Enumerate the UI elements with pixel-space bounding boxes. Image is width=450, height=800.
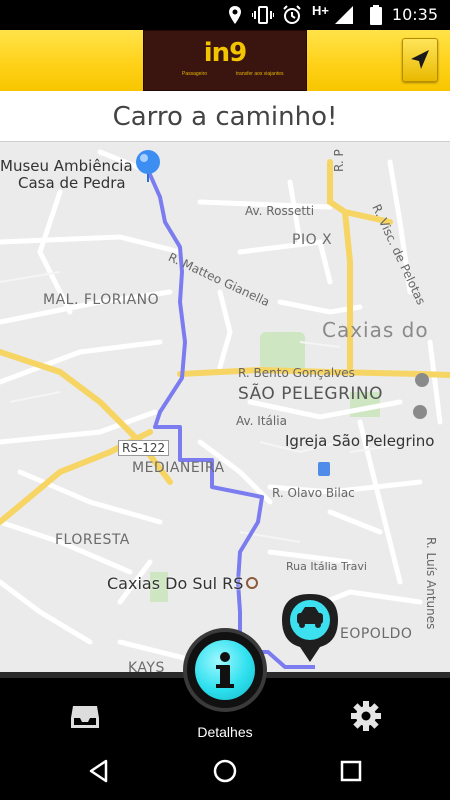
back-icon[interactable] bbox=[86, 758, 112, 784]
map-view[interactable]: Museu Ambiência Casa de Pedra Av. Rosset… bbox=[0, 142, 450, 672]
street-rossetti: Av. Rossetti bbox=[245, 204, 315, 218]
locate-button[interactable] bbox=[402, 38, 438, 82]
poi-caxias-do-sul: Caxias Do Sul RS bbox=[107, 574, 244, 593]
logo-tagline-left: Passageiro bbox=[182, 71, 208, 77]
brand-logo: in9 Passageiro transfer aos viajantes bbox=[143, 30, 307, 91]
street-luis: R. Luís Antunes bbox=[424, 537, 438, 630]
system-nav-bar bbox=[0, 742, 450, 800]
district-floresta: FLORESTA bbox=[55, 532, 130, 548]
street-travi: Rua Itália Travi bbox=[286, 560, 367, 573]
app-screen: H+ 10:35 in9 Passageiro transfer aos via… bbox=[0, 0, 450, 800]
street-italia: Av. Itália bbox=[236, 414, 287, 428]
district-floriano: MAL. FLORIANO bbox=[43, 292, 160, 308]
clock: 10:35 bbox=[391, 5, 438, 24]
street-p: R. P bbox=[332, 149, 346, 172]
street-olavo: R. Olavo Bilac bbox=[272, 486, 355, 500]
network-type: H+ bbox=[312, 3, 329, 18]
poi-igreja: Igreja São Pelegrino bbox=[285, 432, 435, 450]
district-leopoldo: EOPOLDO bbox=[340, 626, 413, 642]
page-title: Carro a caminho! bbox=[112, 102, 338, 132]
settings-button[interactable] bbox=[346, 696, 386, 736]
car-marker-icon bbox=[282, 594, 338, 662]
info-icon bbox=[195, 640, 255, 700]
logo-tagline-right: transfer aos viajantes bbox=[236, 71, 284, 77]
district-medianeira: MEDIANEIRA bbox=[132, 460, 225, 476]
location-icon bbox=[229, 6, 241, 24]
detalhes-label: Detalhes bbox=[197, 724, 253, 740]
poi-museum-line2: Casa de Pedra bbox=[18, 174, 126, 192]
battery-icon bbox=[370, 5, 382, 25]
title-bar: Carro a caminho! bbox=[0, 91, 450, 142]
signal-icon bbox=[335, 6, 353, 24]
district-pio: PIO X bbox=[292, 232, 333, 248]
district-pelegrino: SÃO PELEGRINO bbox=[238, 384, 384, 404]
inbox-icon bbox=[71, 706, 99, 728]
district-kays: KAYS bbox=[128, 660, 165, 672]
inbox-button[interactable] bbox=[65, 696, 105, 736]
navigation-arrow-icon bbox=[411, 50, 429, 69]
logo-text: in9 bbox=[203, 38, 248, 68]
settings-gear-icon bbox=[351, 701, 381, 731]
poi-museum-line1: Museu Ambiência bbox=[0, 157, 133, 175]
status-bar: H+ 10:35 bbox=[0, 0, 450, 30]
city-label-partial: Caxias do bbox=[322, 318, 429, 342]
origin-pin-icon bbox=[136, 150, 160, 182]
home-icon[interactable] bbox=[212, 758, 238, 784]
recents-icon[interactable] bbox=[338, 758, 364, 784]
detalhes-button[interactable] bbox=[183, 628, 267, 712]
app-header: in9 Passageiro transfer aos viajantes bbox=[0, 30, 450, 91]
alarm-icon bbox=[283, 5, 301, 24]
highway-shield: RS-122 bbox=[118, 440, 170, 456]
vibrate-icon bbox=[252, 6, 274, 24]
street-bento: R. Bento Gonçalves bbox=[238, 366, 355, 380]
